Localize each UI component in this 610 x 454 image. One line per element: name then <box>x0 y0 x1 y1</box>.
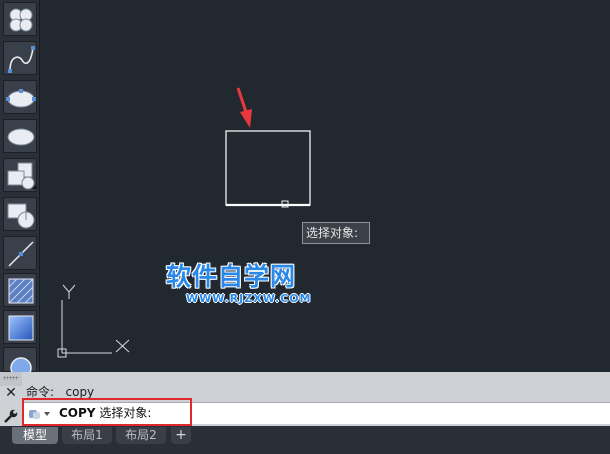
command-history: 命令: copy <box>26 384 94 400</box>
ellipse-tool[interactable] <box>3 80 37 114</box>
construction-line-icon <box>8 241 34 267</box>
hatch-icon <box>8 278 34 304</box>
ellipse-arc-tool[interactable] <box>3 119 37 153</box>
spline-tool[interactable] <box>3 41 37 75</box>
insert-block-tool[interactable] <box>3 158 37 192</box>
hatch-tool[interactable] <box>3 273 37 307</box>
revision-cloud-icon <box>9 8 33 32</box>
command-prompt: COPY 选择对象: <box>59 405 151 422</box>
drawing-canvas[interactable]: Y X <box>41 0 610 372</box>
command-prompt-icon[interactable] <box>27 407 53 421</box>
tab-layout2[interactable]: 布局2 <box>116 427 166 444</box>
command-prompt-text: 选择对象: <box>99 406 152 420</box>
command-input[interactable]: COPY 选择对象: <box>23 402 610 424</box>
command-history-value: copy <box>65 385 95 399</box>
add-layout-button[interactable]: + <box>171 427 191 444</box>
command-window: ✕ 命令: copy COPY 选择对象: <box>0 372 610 426</box>
spline-icon <box>8 46 35 73</box>
watermark-url: WWW.RJZXW.COM <box>186 292 312 305</box>
make-block-tool[interactable] <box>3 197 37 231</box>
canvas-drawing: Y X <box>57 87 311 358</box>
draw-toolbar <box>0 0 40 379</box>
ucs-y-label: Y <box>63 297 64 299</box>
ucs-x-label: X <box>116 352 117 354</box>
red-arrow-icon <box>236 87 252 128</box>
insert-block-icon <box>7 162 36 190</box>
watermark-title: 软件自学网 <box>166 262 297 291</box>
gradient-icon <box>8 315 34 341</box>
region-tool[interactable] <box>3 347 37 379</box>
ucs-icon <box>57 284 130 358</box>
revision-cloud-tool[interactable] <box>3 2 37 36</box>
ellipse-icon <box>6 89 36 108</box>
command-prompt-command: COPY <box>59 406 96 420</box>
tab-layout1[interactable]: 布局1 <box>62 427 112 444</box>
wrench-icon[interactable] <box>3 408 19 424</box>
make-block-icon <box>7 203 35 229</box>
command-history-label: 命令: <box>26 385 55 399</box>
layout-tabs: 模型 布局1 布局2 + <box>0 426 610 454</box>
watermark-logo: 软件自学网 WWW.RJZXW.COM <box>166 262 318 306</box>
tab-model[interactable]: 模型 <box>12 427 58 444</box>
select-objects-tooltip: 选择对象: <box>302 222 370 244</box>
gradient-tool[interactable] <box>3 310 37 344</box>
construction-line-tool[interactable] <box>3 236 37 270</box>
close-icon[interactable]: ✕ <box>4 386 18 400</box>
command-window-grip[interactable] <box>0 372 22 386</box>
drawn-rectangle[interactable] <box>225 130 311 206</box>
ellipse-arc-icon <box>7 128 35 146</box>
